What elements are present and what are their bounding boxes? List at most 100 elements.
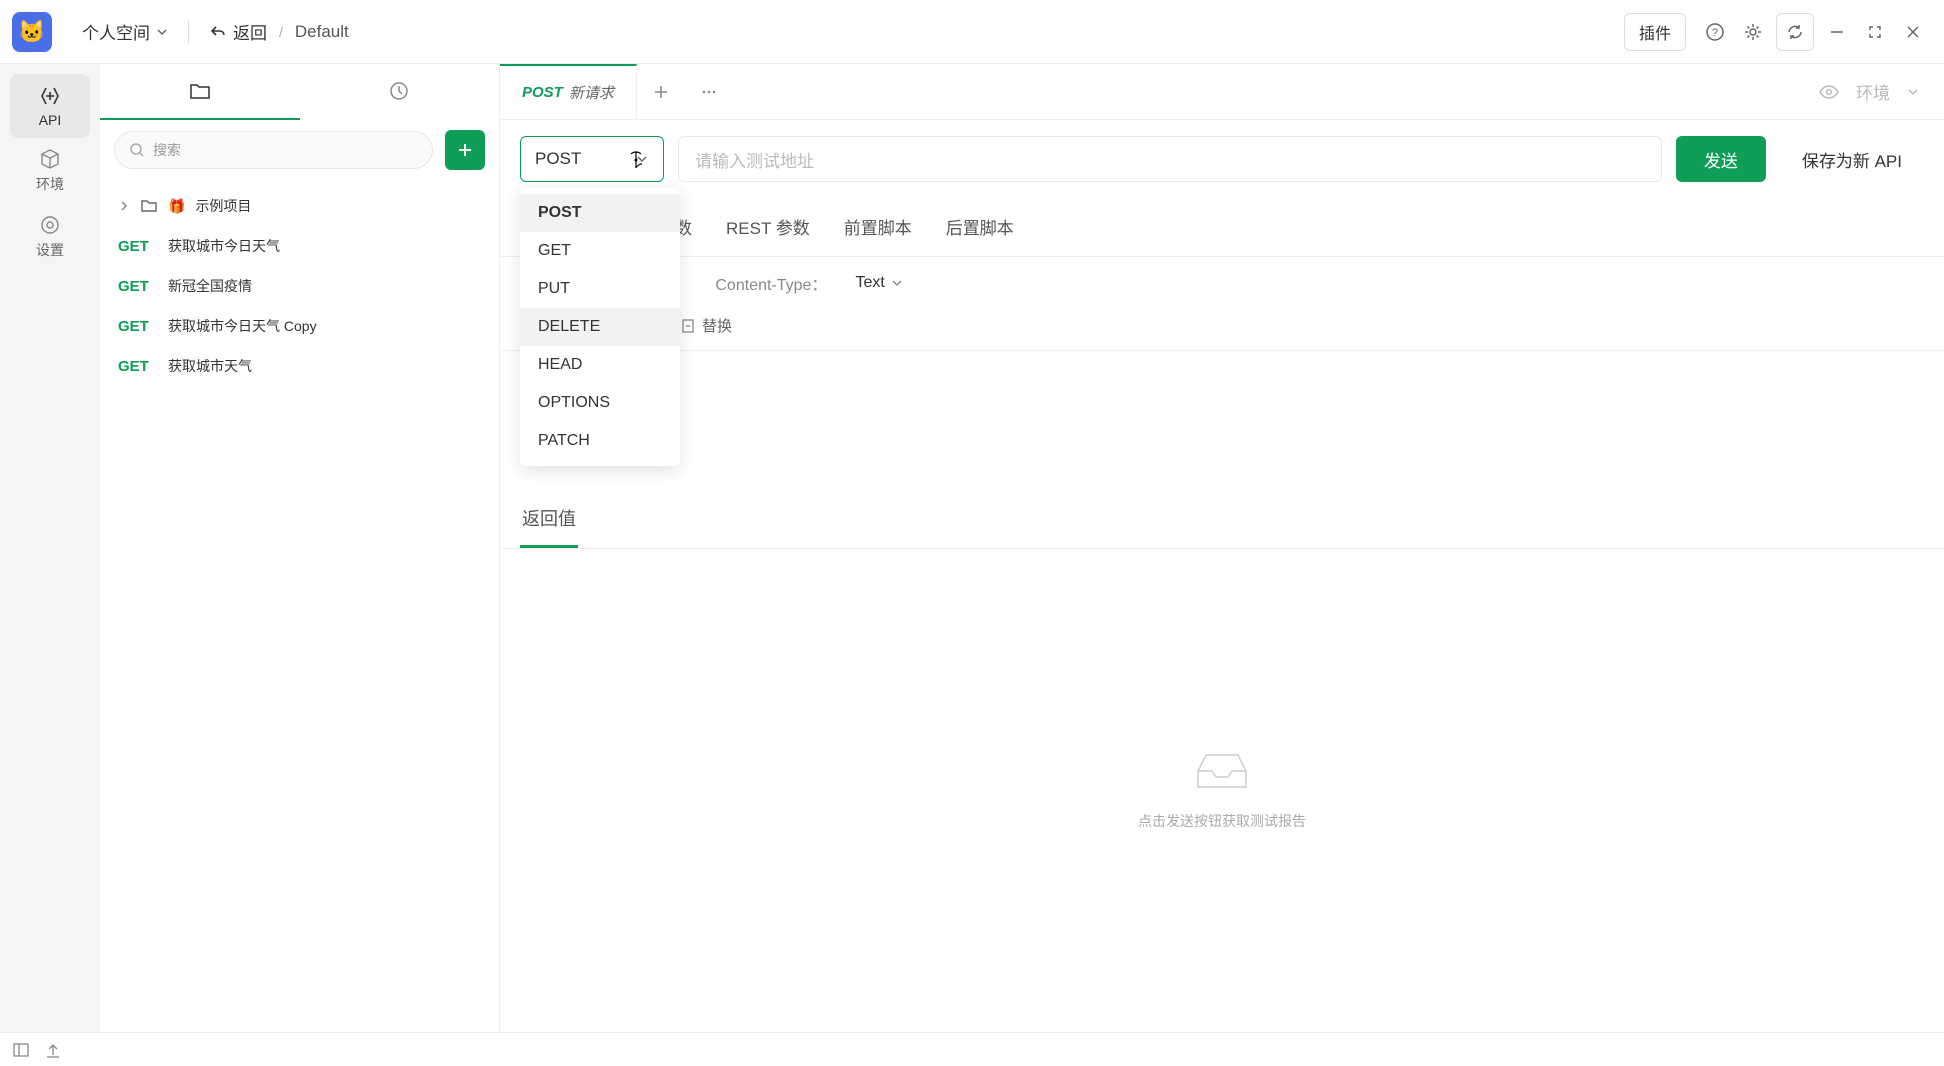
response-tab[interactable]: 返回值	[520, 495, 578, 548]
add-button[interactable]	[445, 130, 485, 170]
env-placeholder: 环境	[1856, 79, 1890, 104]
main: POST 新请求 环境 POST	[500, 64, 1944, 1032]
api-icon	[38, 84, 62, 108]
tab-request[interactable]: POST 新请求	[500, 64, 637, 119]
search-placeholder: 搜索	[153, 140, 181, 160]
method-option-get[interactable]: GET	[520, 232, 680, 270]
rail-env[interactable]: 环境	[10, 138, 90, 204]
bodytype-row: Raw Binary Content-Type： Text	[500, 257, 1944, 309]
close-icon[interactable]	[1894, 13, 1932, 51]
tree-item-label: 获取城市今日天气 Copy	[168, 316, 317, 336]
save-as-button[interactable]: 保存为新 API	[1780, 136, 1924, 182]
method-badge: GET	[118, 358, 158, 375]
method-dropdown: POST GET PUT DELETE HEAD OPTIONS PATCH	[520, 188, 680, 466]
content-type-select[interactable]: Text	[855, 274, 902, 292]
editor-toolbar: 复制 搜索 替换	[500, 309, 1944, 351]
tab-add[interactable]	[637, 64, 685, 119]
undo-icon	[209, 23, 227, 41]
tabbar: POST 新请求 环境	[500, 64, 1944, 120]
method-option-put[interactable]: PUT	[520, 270, 680, 308]
svg-text:?: ?	[1712, 27, 1718, 39]
subtab-postscript[interactable]: 后置脚本	[944, 204, 1016, 256]
url-placeholder: 请输入测试地址	[695, 147, 814, 172]
tab-more[interactable]	[685, 64, 733, 119]
sidebar-tab-folder[interactable]	[100, 64, 300, 120]
subtab-prescript[interactable]: 前置脚本	[842, 204, 914, 256]
gear-icon[interactable]	[1734, 13, 1772, 51]
send-button[interactable]: 发送	[1676, 136, 1766, 182]
workspace-label: 个人空间	[82, 19, 150, 44]
content-type-label: Content-Type：	[715, 271, 827, 295]
search-icon	[129, 142, 145, 158]
breadcrumb-separator: /	[279, 24, 283, 40]
tree-item-label: 获取城市今日天气	[168, 236, 280, 256]
tree-folder[interactable]: 🎁 示例项目	[104, 186, 495, 226]
empty-text: 点击发送按钮获取测试报告	[1138, 811, 1306, 831]
sidebar: 搜索 🎁 示例项目 GET 获取城市今日天气 GET	[100, 64, 500, 1032]
chevron-down-icon	[156, 26, 168, 38]
upload-icon[interactable]	[44, 1041, 62, 1059]
minimize-icon[interactable]	[1818, 13, 1856, 51]
folder-icon	[140, 197, 158, 215]
plugin-button[interactable]: 插件	[1624, 13, 1686, 51]
tree-item[interactable]: GET 获取城市天气	[104, 346, 495, 386]
method-option-options[interactable]: OPTIONS	[520, 384, 680, 422]
method-badge: GET	[118, 278, 158, 295]
panel-left-icon[interactable]	[12, 1041, 30, 1059]
response-tabs: 返回值	[500, 481, 1944, 549]
tree-item[interactable]: GET 获取城市今日天气 Copy	[104, 306, 495, 346]
maximize-icon[interactable]	[1856, 13, 1894, 51]
env-selector[interactable]: 环境	[1794, 64, 1944, 119]
titlebar: 个人空间 返回 / Default 插件 ?	[0, 0, 1944, 64]
back-button[interactable]: 返回	[209, 19, 267, 44]
editor-area[interactable]	[500, 351, 1944, 481]
gift-icon: 🎁	[168, 198, 185, 215]
content-type-value: Text	[855, 274, 884, 292]
gear-icon	[39, 214, 61, 236]
help-icon[interactable]: ?	[1696, 13, 1734, 51]
workspace-selector[interactable]: 个人空间	[82, 19, 168, 44]
replace-label: 替换	[702, 315, 732, 336]
subtab-rest[interactable]: REST 参数	[724, 204, 812, 256]
rail-settings[interactable]: 设置	[10, 204, 90, 270]
method-option-delete[interactable]: DELETE	[520, 308, 680, 346]
replace-icon	[680, 318, 696, 334]
tree-item[interactable]: GET 获取城市今日天气	[104, 226, 495, 266]
tab-method: POST	[522, 84, 563, 101]
method-option-head[interactable]: HEAD	[520, 346, 680, 384]
method-option-patch[interactable]: PATCH	[520, 422, 680, 460]
eye-icon	[1818, 81, 1840, 103]
chevron-right-icon	[118, 200, 130, 212]
tab-title: 新请求	[569, 82, 614, 103]
rail-api-label: API	[39, 112, 62, 128]
method-select[interactable]: POST	[520, 136, 664, 182]
rail-env-label: 环境	[36, 174, 64, 194]
method-badge: GET	[118, 318, 158, 335]
app-logo	[12, 12, 52, 52]
tree-item[interactable]: GET 新冠全国疫情	[104, 266, 495, 306]
method-badge: GET	[118, 238, 158, 255]
url-input[interactable]: 请输入测试地址	[678, 136, 1662, 182]
rail: API 环境 设置	[0, 64, 100, 1032]
statusbar	[0, 1032, 1944, 1066]
back-label: 返回	[233, 19, 267, 44]
tree-item-label: 获取城市天气	[168, 356, 252, 376]
breadcrumb-current: Default	[295, 22, 349, 42]
rail-api[interactable]: API	[10, 74, 90, 138]
tree-item-label: 新冠全国疫情	[168, 276, 252, 296]
rail-settings-label: 设置	[36, 240, 64, 260]
replace-button[interactable]: 替换	[680, 315, 732, 336]
refresh-icon[interactable]	[1776, 13, 1814, 51]
chevron-down-icon	[891, 277, 903, 289]
inbox-icon	[1194, 751, 1250, 791]
response-area: 返回值 点击发送按钮获取测试报告	[500, 481, 1944, 1032]
tree: 🎁 示例项目 GET 获取城市今日天气 GET 新冠全国疫情 GET 获取城市今…	[100, 180, 499, 392]
divider	[188, 21, 189, 43]
request-row: POST 请输入测试地址 发送 保存为新 API POST GET PUT DE…	[500, 120, 1944, 198]
sidebar-tab-history[interactable]	[300, 64, 500, 120]
method-option-post[interactable]: POST	[520, 194, 680, 232]
cube-icon	[39, 148, 61, 170]
sidebar-tabs	[100, 64, 499, 120]
search-input[interactable]: 搜索	[114, 131, 433, 169]
chevron-down-icon	[1906, 85, 1920, 99]
